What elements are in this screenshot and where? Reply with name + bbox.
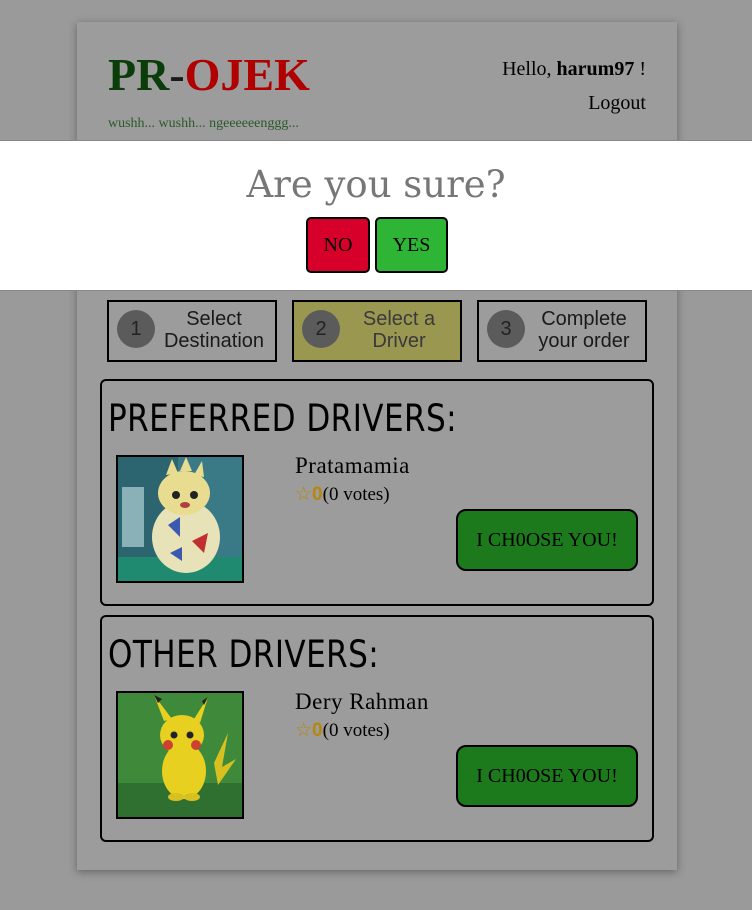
other-drivers-section: OTHER DRIVERS: Dery Rahman ☆0(0 votes) I… xyxy=(100,615,654,842)
vote-count: (0 votes) xyxy=(322,484,390,505)
section-title: PREFERRED DRIVERS: xyxy=(108,397,458,440)
step-label: Select Destination xyxy=(163,308,265,352)
choose-driver-button[interactable]: I CH0OSE YOU! xyxy=(456,745,638,807)
choose-driver-button[interactable]: I CH0OSE YOU! xyxy=(456,509,638,571)
logo-ojek: OJEK xyxy=(184,49,310,100)
logo-dash: - xyxy=(169,49,185,100)
yes-button[interactable]: YES xyxy=(375,217,448,273)
driver-rating: ☆0(0 votes) xyxy=(295,483,390,506)
star-icon: ☆ xyxy=(295,484,313,505)
step-complete-order: 3 Complete your order xyxy=(477,300,647,362)
no-button[interactable]: NO xyxy=(306,217,370,273)
step-label: Complete your order xyxy=(538,308,630,352)
confirm-dialog: Are you sure? NO YES xyxy=(0,140,752,291)
logo-pr: PR xyxy=(108,49,170,100)
vote-count: (0 votes) xyxy=(322,720,390,741)
driver-name: Pratamamia xyxy=(295,453,410,478)
greeting-suffix: ! xyxy=(634,58,646,80)
step-label: Select a Driver xyxy=(362,308,436,352)
step-number: 3 xyxy=(487,310,525,348)
step-select-driver: 2 Select a Driver xyxy=(292,300,462,362)
greeting-prefix: Hello, xyxy=(502,58,557,80)
username: harum97 xyxy=(556,58,635,80)
preferred-drivers-section: PREFERRED DRIVERS: Pratamamia ☆0(0 votes… xyxy=(100,379,654,606)
driver-name: Dery Rahman xyxy=(295,689,429,714)
step-number: 1 xyxy=(117,310,155,348)
driver-rating: ☆0(0 votes) xyxy=(295,719,390,742)
rating-score: 0 xyxy=(312,484,323,505)
togepi-photo xyxy=(116,455,244,583)
pikachu-photo xyxy=(116,691,244,819)
greeting: Hello, harum97 ! xyxy=(502,58,646,81)
logout-link[interactable]: Logout xyxy=(588,92,646,115)
section-title: OTHER DRIVERS: xyxy=(108,633,380,676)
tagline: wushh... wushh... ngeeeeeenggg... xyxy=(108,116,299,131)
rating-score: 0 xyxy=(312,720,323,741)
app-logo: PR-OJEK xyxy=(108,52,310,98)
star-icon: ☆ xyxy=(295,720,313,741)
step-number: 2 xyxy=(302,310,340,348)
dialog-question: Are you sure? xyxy=(246,163,506,206)
step-select-destination: 1 Select Destination xyxy=(107,300,277,362)
